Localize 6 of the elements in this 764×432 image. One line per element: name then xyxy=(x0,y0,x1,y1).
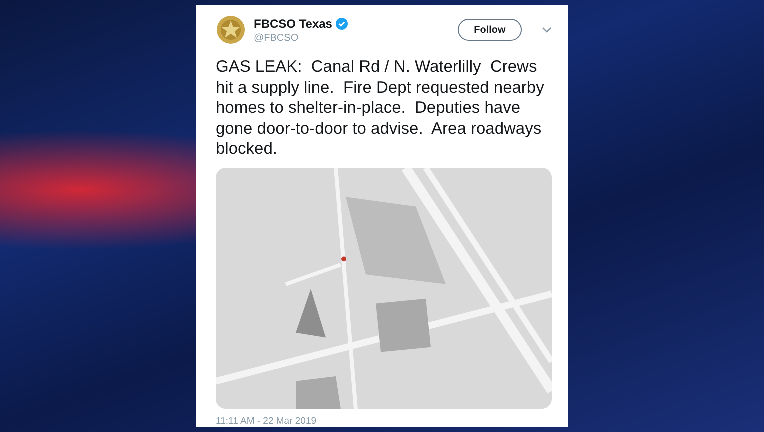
badge-icon xyxy=(216,15,246,45)
author-name[interactable]: FBCSO Texas xyxy=(254,16,332,30)
tweet-text: GAS LEAK: Canal Rd / N. Waterlilly Crews hit a supply line. Fire Dept requested nearby homes to shelter-in-place. Deputies have gone door-to-door to advise. Area roadways blocked. xyxy=(216,57,546,160)
tweet-timestamp: 11:11 AM - 22 Mar 2019 xyxy=(216,416,318,427)
follow-button[interactable]: Follow xyxy=(458,19,522,41)
chevron-down-icon[interactable] xyxy=(542,27,552,33)
